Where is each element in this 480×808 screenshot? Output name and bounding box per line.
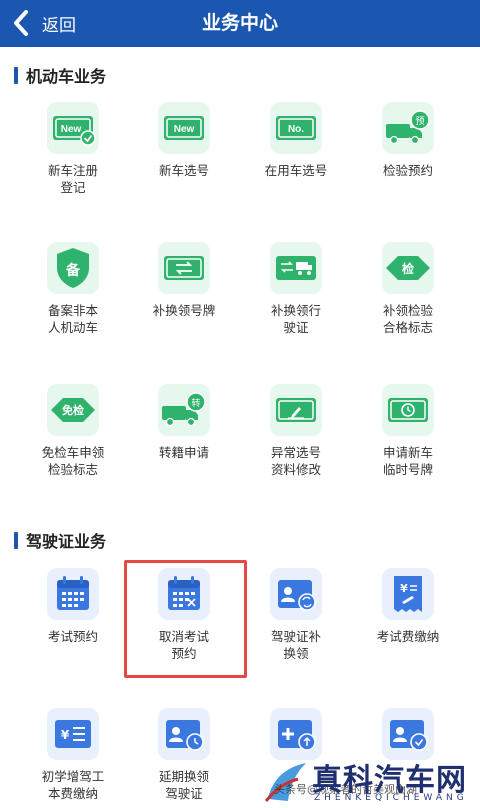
svg-text:New: New	[61, 124, 82, 135]
tile-label: 免检车申领 检验标志	[41, 445, 105, 477]
svg-text:备: 备	[65, 262, 81, 279]
license-check-icon	[382, 708, 434, 760]
new-plate-icon: New	[158, 102, 210, 154]
svg-text:免检: 免检	[62, 403, 84, 417]
replace-driving-permit-icon	[270, 242, 322, 294]
svg-text:¥: ¥	[61, 728, 70, 742]
tile-label: 初学增驾工 本费缴纳	[41, 769, 105, 801]
tile-label: 在用车选号	[264, 163, 328, 178]
inspection-badge-icon: 检	[382, 242, 434, 294]
section-marker	[14, 66, 18, 84]
tile-new-plate[interactable]: New 新车选号	[129, 102, 239, 232]
tile-label: 取消考试 预约	[158, 629, 209, 661]
tile-new-car-registration[interactable]: New 新车注册 登记	[18, 102, 128, 232]
tile-label: 考试费缴纳	[376, 629, 440, 644]
tile-cancel-exam-booking[interactable]: 取消考试 预约	[129, 568, 239, 698]
svg-text:No.: No.	[288, 124, 304, 135]
tile-license-renew[interactable]: 驾驶证补 换领	[241, 568, 351, 698]
temp-plate-clock-icon	[382, 384, 434, 436]
svg-text:预: 预	[415, 116, 424, 127]
page-title: 业务中心	[201, 12, 278, 34]
tile-label: 补换领号牌	[152, 303, 216, 318]
tile-label: 补领检验 合格标志	[382, 303, 433, 335]
tile-edit-plate-info[interactable]: 异常选号 资料修改	[241, 384, 351, 514]
calendar-icon	[47, 568, 99, 620]
tile-learner-fee[interactable]: ¥ 初学增驾工 本费缴纳	[18, 708, 128, 808]
svg-text:转: 转	[191, 397, 200, 409]
tile-label: 驾驶证补 换领	[270, 629, 321, 661]
fee-receipt-icon: ¥	[382, 568, 434, 620]
svg-text:¥: ¥	[400, 582, 408, 595]
svg-text:New: New	[174, 124, 195, 135]
exempt-badge-icon: 免检	[47, 384, 99, 436]
license-renew-icon	[270, 568, 322, 620]
section-title-text: 机动车业务	[26, 67, 107, 86]
tile-inspection-badge[interactable]: 检 补领检验 合格标志	[353, 242, 463, 372]
svg-text:检: 检	[402, 261, 414, 276]
section-marker	[14, 531, 18, 549]
tile-exempt-badge[interactable]: 免检 免检车申领 检验标志	[18, 384, 128, 514]
section-title-text: 驾驶证业务	[26, 532, 107, 551]
inspection-truck-icon: 预	[382, 102, 434, 154]
tile-label: 延期换领 驾驶证	[158, 769, 209, 801]
tile-license-extend[interactable]: 延期换领 驾驶证	[129, 708, 239, 808]
shield-record-icon: 备	[47, 242, 99, 294]
tile-label: 备案非本 人机动车	[47, 303, 98, 335]
new-car-registration-icon: New	[47, 102, 99, 154]
tile-license-upload[interactable]	[241, 708, 351, 808]
edit-plate-icon	[270, 384, 322, 436]
calendar-cancel-icon	[158, 568, 210, 620]
tile-label: 转籍申请	[158, 445, 209, 460]
tile-label: 异常选号 资料修改	[270, 445, 321, 477]
tile-label: 考试预约	[47, 629, 98, 644]
license-clock-icon	[158, 708, 210, 760]
fee-card-icon: ¥	[47, 708, 99, 760]
tile-replace-plate[interactable]: 补换领号牌	[129, 242, 239, 372]
tile-label: 补换领行 驶证	[270, 303, 321, 335]
tile-label: 检验预约	[382, 163, 433, 178]
tile-temp-plate[interactable]: 申请新车 临时号牌	[353, 384, 463, 514]
tile-label: 新车选号	[158, 163, 209, 178]
tile-exam-booking[interactable]: 考试预约	[18, 568, 128, 698]
tile-number-plate[interactable]: No. 在用车选号	[241, 102, 351, 232]
replace-plate-icon	[158, 242, 210, 294]
tile-license-check[interactable]	[353, 708, 463, 808]
tile-inspection-booking[interactable]: 预 检验预约	[353, 102, 463, 232]
section-title-license: 驾驶证业务	[14, 528, 106, 552]
transfer-truck-icon: 转	[158, 384, 210, 436]
tile-record-vehicle[interactable]: 备 备案非本 人机动车	[18, 242, 128, 372]
number-plate-icon: No.	[270, 102, 322, 154]
tile-replace-driving-permit[interactable]: 补换领行 驶证	[241, 242, 351, 372]
tile-label: 新车注册 登记	[47, 163, 98, 195]
tile-transfer[interactable]: 转 转籍申请	[129, 384, 239, 514]
top-nav-bar: 返回 业务中心	[0, 0, 480, 47]
tile-exam-fee[interactable]: ¥ 考试费缴纳	[353, 568, 463, 698]
license-upload-icon	[270, 708, 322, 760]
section-title-vehicle: 机动车业务	[14, 63, 106, 87]
tile-label: 申请新车 临时号牌	[382, 445, 433, 477]
